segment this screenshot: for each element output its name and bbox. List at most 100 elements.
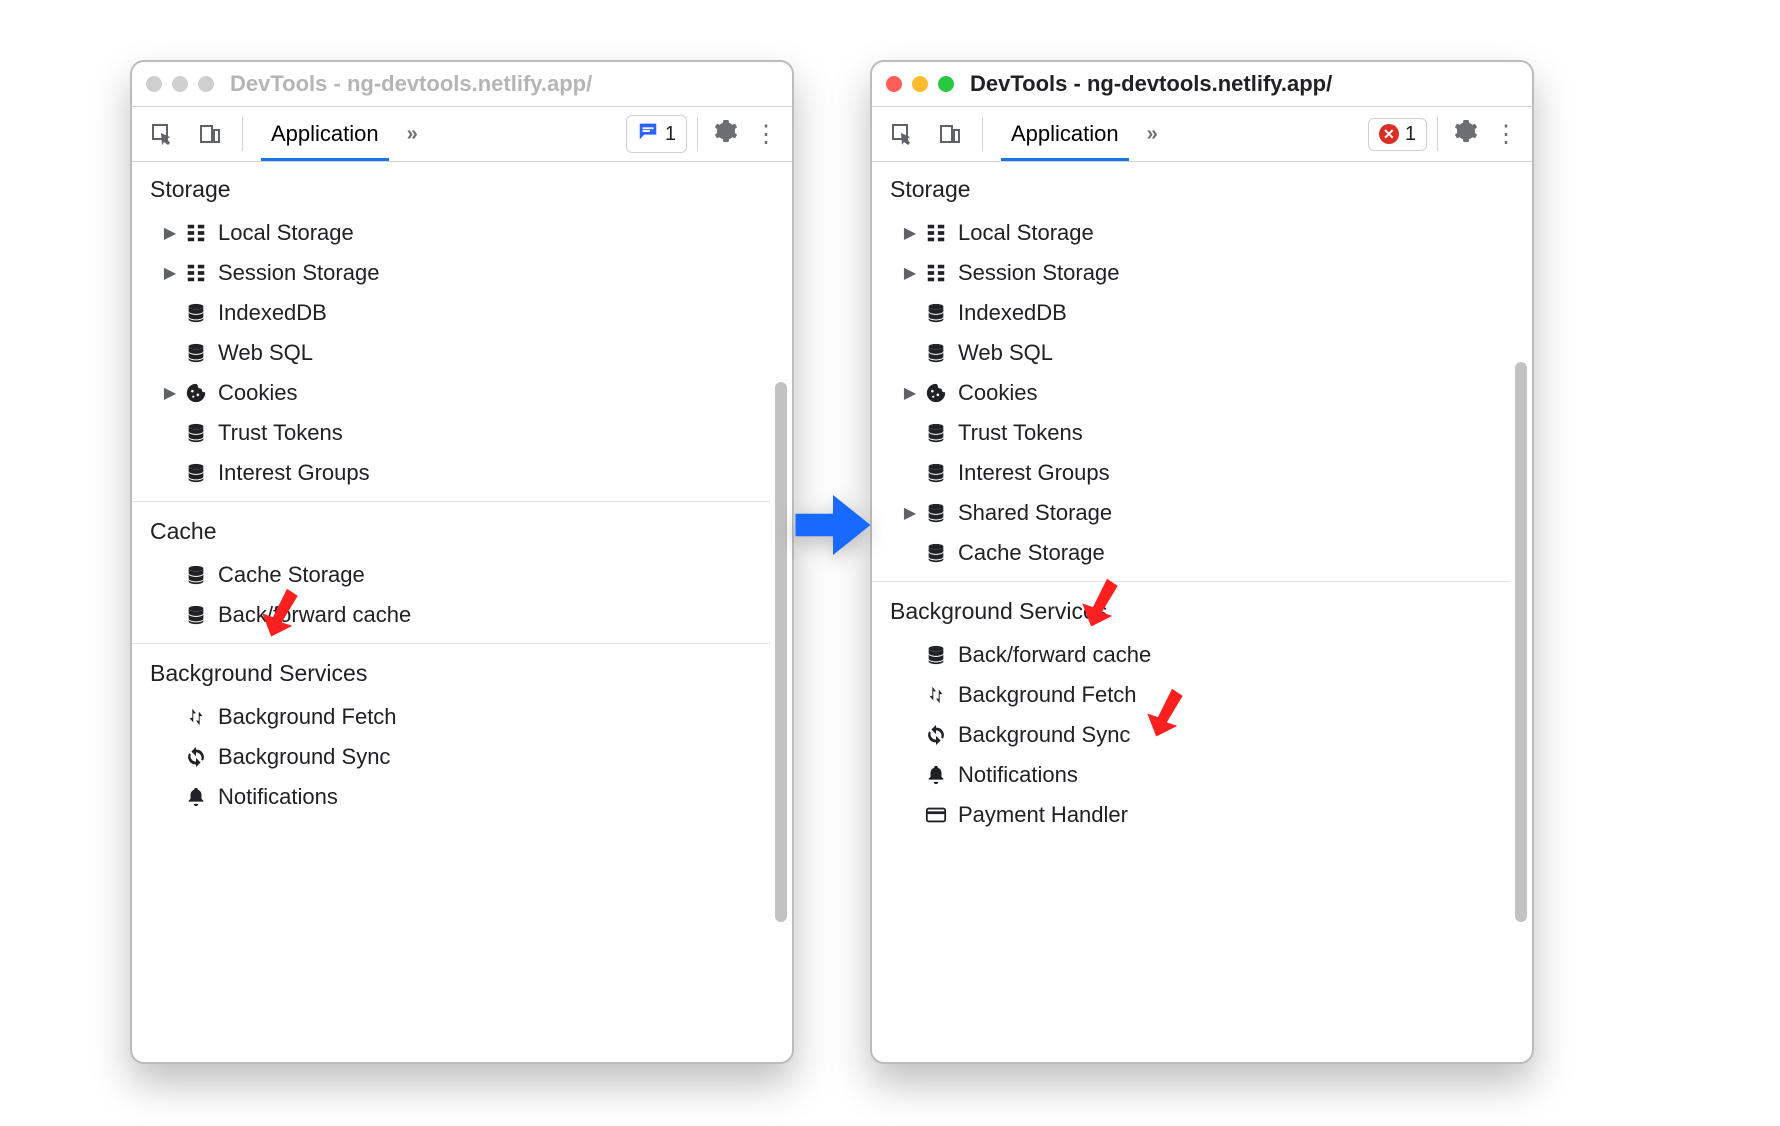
sidebar-item-label: IndexedDB (958, 300, 1067, 326)
cookie-icon (924, 381, 948, 405)
sidebar-item-label: Background Fetch (958, 682, 1137, 708)
sidebar-item-label: Session Storage (218, 260, 379, 286)
sidebar-item-trust-tokens[interactable]: ▶ Trust Tokens (132, 413, 770, 453)
sidebar-item-background-fetch[interactable]: ▶ Background Fetch (872, 675, 1510, 715)
sync-icon (924, 723, 948, 747)
grid-icon (924, 221, 948, 245)
sidebar-item-interest-groups[interactable]: ▶ Interest Groups (132, 453, 770, 493)
sidebar-item-trust-tokens[interactable]: ▶ Trust Tokens (872, 413, 1510, 453)
sidebar-item-back-forward-cache[interactable]: ▶ Back/forward cache (872, 635, 1510, 675)
tab-application[interactable]: Application (993, 107, 1137, 161)
sidebar-item-notifications[interactable]: ▶ Notifications (132, 777, 770, 817)
section-title: Background Services (872, 598, 1510, 635)
message-count-chip[interactable]: 1 (626, 115, 687, 153)
bell-icon (184, 785, 208, 809)
fetch-icon (184, 705, 208, 729)
sidebar-item-background-sync[interactable]: ▶ Background Sync (872, 715, 1510, 755)
more-tabs-button[interactable]: » (401, 123, 424, 146)
db-icon (924, 643, 948, 667)
expander-icon[interactable]: ▶ (162, 223, 178, 243)
inspect-button[interactable] (880, 112, 924, 156)
titlebar[interactable]: DevTools - ng-devtools.netlify.app/ (132, 62, 792, 107)
sidebar-section: Cache ▶ Cache Storage ▶ Back/forward cac… (132, 501, 770, 643)
sidebar-item-label: Cookies (958, 380, 1037, 406)
grid-icon (184, 221, 208, 245)
tab-label: Application (271, 121, 379, 147)
sidebar-item-local-storage[interactable]: ▶ Local Storage (132, 213, 770, 253)
card-icon (924, 803, 948, 827)
traffic-close-icon[interactable] (886, 76, 902, 92)
settings-button[interactable] (708, 119, 744, 150)
sidebar-item-label: Back/forward cache (958, 642, 1151, 668)
more-tabs-button[interactable]: » (1141, 123, 1164, 146)
fetch-icon (924, 683, 948, 707)
traffic-max-icon[interactable] (938, 76, 954, 92)
expander-icon[interactable]: ▶ (902, 223, 918, 243)
section-title: Storage (872, 176, 1510, 213)
sidebar-item-web-sql[interactable]: ▶ Web SQL (872, 333, 1510, 373)
sidebar-item-label: Cookies (218, 380, 297, 406)
section-title: Storage (132, 176, 770, 213)
titlebar[interactable]: DevTools - ng-devtools.netlify.app/ (872, 62, 1532, 107)
sidebar-item-cookies[interactable]: ▶ Cookies (132, 373, 770, 413)
grid-icon (924, 261, 948, 285)
expander-icon[interactable]: ▶ (162, 383, 178, 403)
window-title: DevTools - ng-devtools.netlify.app/ (970, 71, 1332, 97)
scrollbar[interactable] (1510, 162, 1532, 1062)
sidebar-item-web-sql[interactable]: ▶ Web SQL (132, 333, 770, 373)
device-toggle-button[interactable] (928, 112, 972, 156)
scroll-thumb[interactable] (775, 382, 787, 922)
sidebar-item-session-storage[interactable]: ▶ Session Storage (872, 253, 1510, 293)
settings-button[interactable] (1448, 119, 1484, 150)
sidebar-item-session-storage[interactable]: ▶ Session Storage (132, 253, 770, 293)
application-sidebar: Storage ▶ Local Storage ▶ Session Storag… (872, 162, 1510, 1062)
traffic-min-icon[interactable] (172, 76, 188, 92)
expander-icon[interactable]: ▶ (902, 503, 918, 523)
sidebar-item-back-forward-cache[interactable]: ▶ Back/forward cache (132, 595, 770, 635)
traffic-close-icon[interactable] (146, 76, 162, 92)
scrollbar[interactable] (770, 162, 792, 1062)
traffic-min-icon[interactable] (912, 76, 928, 92)
sidebar-item-background-sync[interactable]: ▶ Background Sync (132, 737, 770, 777)
scroll-thumb[interactable] (1515, 362, 1527, 922)
sidebar-item-payment-handler[interactable]: ▶ Payment Handler (872, 795, 1510, 835)
sidebar-item-shared-storage[interactable]: ▶ Shared Storage (872, 493, 1510, 533)
db-icon (924, 341, 948, 365)
sidebar-item-indexeddb[interactable]: ▶ IndexedDB (872, 293, 1510, 333)
sidebar-item-notifications[interactable]: ▶ Notifications (872, 755, 1510, 795)
sidebar-item-label: IndexedDB (218, 300, 327, 326)
tab-application[interactable]: Application (253, 107, 397, 161)
sidebar-item-local-storage[interactable]: ▶ Local Storage (872, 213, 1510, 253)
section-title: Cache (132, 518, 770, 555)
more-button[interactable]: ⋮ (1488, 120, 1524, 149)
error-count-chip[interactable]: ✕1 (1368, 118, 1427, 151)
devtools-toolbar: Application » 1 ⋮ (132, 107, 792, 162)
sidebar-item-label: Notifications (958, 762, 1078, 788)
inspect-button[interactable] (140, 112, 184, 156)
sidebar-item-indexeddb[interactable]: ▶ IndexedDB (132, 293, 770, 333)
sidebar-item-cookies[interactable]: ▶ Cookies (872, 373, 1510, 413)
device-toggle-button[interactable] (188, 112, 232, 156)
more-button[interactable]: ⋮ (748, 120, 784, 149)
sidebar-item-label: Local Storage (958, 220, 1094, 246)
traffic-max-icon[interactable] (198, 76, 214, 92)
expander-icon[interactable]: ▶ (902, 383, 918, 403)
sidebar-item-interest-groups[interactable]: ▶ Interest Groups (872, 453, 1510, 493)
grid-icon (184, 261, 208, 285)
sidebar-item-background-fetch[interactable]: ▶ Background Fetch (132, 697, 770, 737)
sidebar-item-cache-storage[interactable]: ▶ Cache Storage (872, 533, 1510, 573)
window-title: DevTools - ng-devtools.netlify.app/ (230, 71, 592, 97)
sidebar-item-cache-storage[interactable]: ▶ Cache Storage (132, 555, 770, 595)
devtools-window: DevTools - ng-devtools.netlify.app/ Appl… (870, 60, 1534, 1064)
db-icon (924, 501, 948, 525)
sidebar-item-label: Local Storage (218, 220, 354, 246)
cookie-icon (184, 381, 208, 405)
db-icon (184, 421, 208, 445)
traffic-lights (146, 76, 214, 92)
sync-icon (184, 745, 208, 769)
expander-icon[interactable]: ▶ (902, 263, 918, 283)
expander-icon[interactable]: ▶ (162, 263, 178, 283)
db-icon (924, 421, 948, 445)
separator (1437, 117, 1438, 151)
message-count: 1 (665, 123, 676, 146)
